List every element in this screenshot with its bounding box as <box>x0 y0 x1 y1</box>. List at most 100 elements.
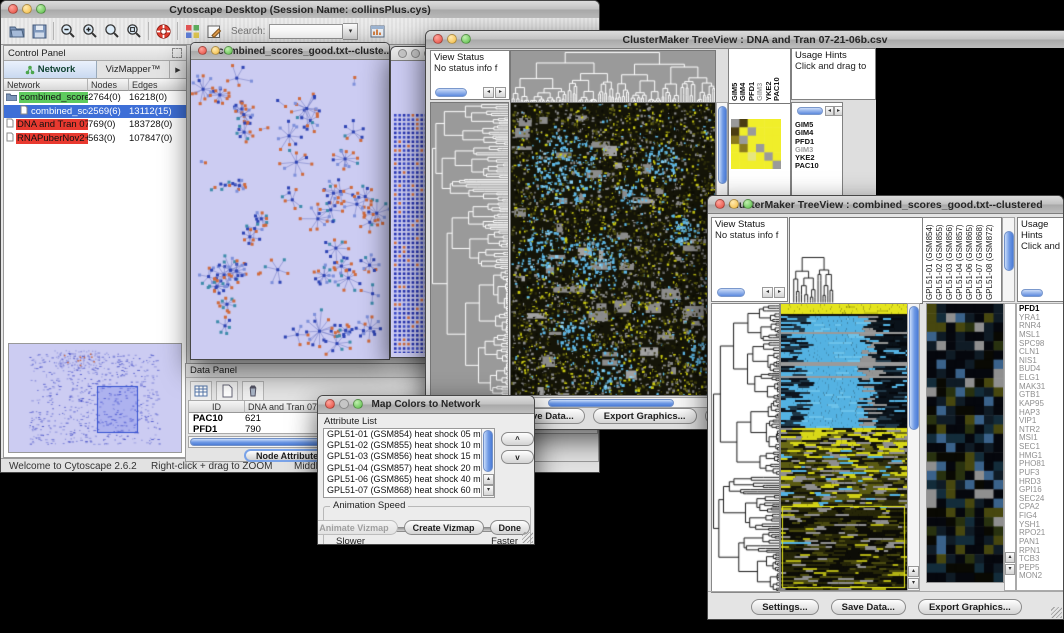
treeview-button[interactable]: Export Graphics... <box>593 408 697 424</box>
tv2-vscrollbar[interactable]: ▴ ▾ <box>907 303 920 591</box>
birdseye-canvas[interactable] <box>9 344 181 452</box>
resize-grip[interactable] <box>522 532 533 543</box>
minimize-icon[interactable] <box>211 46 220 55</box>
network-table-row[interactable]: combined_sco2569(6)13112(15) <box>4 105 186 119</box>
network-settings-icon[interactable] <box>366 20 388 42</box>
attribute-list-item[interactable]: GPL51-03 (GSM856) heat shock 15 min <box>324 451 481 462</box>
attribute-list-item[interactable]: GPL51-07 (GSM868) heat shock 60 min <box>324 485 481 496</box>
dialog-button[interactable]: Animate Vizmap <box>317 520 398 535</box>
search-dropdown-button[interactable]: ▾ <box>343 23 358 40</box>
attribute-table-icon[interactable] <box>190 381 212 401</box>
zoom-window-icon[interactable] <box>353 399 363 409</box>
close-icon[interactable] <box>715 199 725 209</box>
scroll-right-button[interactable]: ▸ <box>834 106 843 116</box>
help-lifering-icon[interactable] <box>152 20 174 42</box>
zoom-fit-icon[interactable] <box>123 20 145 42</box>
column-label[interactable]: GPL51-04 (GSM857) <box>955 218 965 300</box>
save-session-button[interactable] <box>28 20 50 42</box>
view-status-scroll-thumb[interactable] <box>717 288 745 297</box>
scroll-up-button[interactable]: ▴ <box>483 474 494 485</box>
scroll-down-button[interactable]: ▾ <box>908 578 919 589</box>
column-label[interactable]: GPL51-08 (GSM872) <box>985 218 995 300</box>
column-label[interactable]: GIM4 <box>739 49 747 101</box>
main-titlebar[interactable]: Cytoscape Desktop (Session Name: collins… <box>1 1 599 19</box>
tv2-heatmap-canvas[interactable] <box>780 303 908 591</box>
gene-label[interactable]: PAC10 <box>795 162 819 170</box>
zoom-selected-icon[interactable] <box>101 20 123 42</box>
network-table-row[interactable]: DNA and Tran 07769(0)183728(0) <box>4 118 186 132</box>
minimize-icon[interactable] <box>447 34 457 44</box>
open-session-button[interactable] <box>6 20 28 42</box>
scroll-up-button[interactable]: ▴ <box>908 566 919 577</box>
gene-label[interactable]: MON2 <box>1019 572 1064 581</box>
settings-button[interactable]: Settings... <box>751 599 818 615</box>
tv2-top-dendrogram-canvas[interactable] <box>789 217 923 304</box>
new-attribute-icon[interactable] <box>216 381 238 401</box>
move-down-button[interactable]: v <box>501 450 534 464</box>
window-controls[interactable] <box>325 399 363 409</box>
column-label[interactable]: YKE2 <box>765 49 773 101</box>
zoom-out-icon[interactable] <box>57 20 79 42</box>
network-table-row[interactable]: combined_scores2764(0)16218(0) <box>4 91 186 105</box>
scroll-right-button[interactable]: ▸ <box>495 87 506 98</box>
column-label[interactable]: GPL51-07 (GSM868) <box>975 218 985 300</box>
resize-grip[interactable] <box>1051 607 1062 618</box>
column-label[interactable]: GPL51-06 (GSM865) <box>965 218 975 300</box>
tab-vizmapper[interactable]: VizMapper™ <box>97 61 170 78</box>
column-label[interactable]: GPL51-02 (GSM855) <box>935 218 945 300</box>
attribute-list-item[interactable]: GPL51-01 (GSM854) heat shock 05 min <box>324 429 481 440</box>
attribute-list-box[interactable]: GPL51-01 (GSM854) heat shock 05 min GPL51… <box>323 428 495 498</box>
column-label[interactable]: GPL51-01 (GSM854) <box>925 218 935 300</box>
close-icon[interactable] <box>8 4 18 14</box>
column-label[interactable]: PFD1 <box>748 49 756 101</box>
zoom-window-icon[interactable] <box>36 4 46 14</box>
window-controls[interactable] <box>433 34 471 44</box>
move-up-button[interactable]: ^ <box>501 432 534 446</box>
tv1-row-dendrogram-canvas[interactable] <box>430 102 509 396</box>
minimize-icon[interactable] <box>22 4 32 14</box>
dialog-button[interactable]: Create Vizmap <box>404 520 484 535</box>
tv1-correlation-matrix-canvas[interactable] <box>731 119 781 169</box>
zoom-window-icon[interactable] <box>224 46 233 55</box>
data-col-id[interactable]: ID <box>189 401 245 413</box>
minimize-icon[interactable] <box>339 399 349 409</box>
network-view-canvas[interactable] <box>191 60 389 360</box>
search-input[interactable] <box>269 24 343 39</box>
zoom-window-icon[interactable] <box>461 34 471 44</box>
col-network[interactable]: Network <box>4 79 88 91</box>
tv1-heatmap-canvas[interactable] <box>510 102 716 396</box>
scroll-right-button[interactable]: ▸ <box>774 287 785 298</box>
attribute-list-scrollbar[interactable]: ▴ ▾ <box>481 429 494 497</box>
attribute-list-item[interactable]: GPL51-06 (GSM865) heat shock 40 min <box>324 474 481 485</box>
window-controls[interactable] <box>8 4 46 14</box>
column-label[interactable]: PAC10 <box>773 49 781 101</box>
vizmapper-icon[interactable] <box>181 20 203 42</box>
tv2-row-dendrogram-canvas[interactable] <box>711 303 780 593</box>
column-label[interactable]: GIM3 <box>756 49 764 101</box>
column-label[interactable]: GPL51-03 (GSM856) <box>945 218 955 300</box>
view-status-scroll-thumb[interactable] <box>435 88 467 97</box>
delete-attribute-trash-icon[interactable] <box>242 381 264 401</box>
close-icon[interactable] <box>198 46 207 55</box>
minimize-icon[interactable] <box>411 49 420 58</box>
window-controls[interactable] <box>198 46 233 55</box>
close-icon[interactable] <box>325 399 335 409</box>
scroll-left-button[interactable]: ◂ <box>483 87 494 98</box>
close-icon[interactable] <box>433 34 443 44</box>
minimize-icon[interactable] <box>729 199 739 209</box>
tab-network[interactable]: Network <box>4 61 97 78</box>
col-nodes[interactable]: Nodes <box>88 79 129 91</box>
scroll-up-button[interactable]: ▴ <box>1005 552 1015 563</box>
zoom-window-icon[interactable] <box>743 199 753 209</box>
scroll-left-button[interactable]: ◂ <box>825 106 834 116</box>
scroll-left-button[interactable]: ◂ <box>762 287 773 298</box>
network-table-row[interactable]: RNAPuberNov2+563(0)107847(0) <box>4 132 186 146</box>
tabs-overflow-arrow[interactable]: ▶ <box>170 61 186 78</box>
col-edges[interactable]: Edges <box>129 79 186 91</box>
tv1-hscrollbar[interactable] <box>510 397 716 408</box>
tv1-column-dendrogram-canvas[interactable] <box>510 50 716 103</box>
scroll-down-button[interactable]: ▾ <box>1005 564 1015 575</box>
zoom-in-icon[interactable] <box>79 20 101 42</box>
annotation-icon[interactable] <box>203 20 225 42</box>
float-panel-icon[interactable] <box>172 48 182 58</box>
